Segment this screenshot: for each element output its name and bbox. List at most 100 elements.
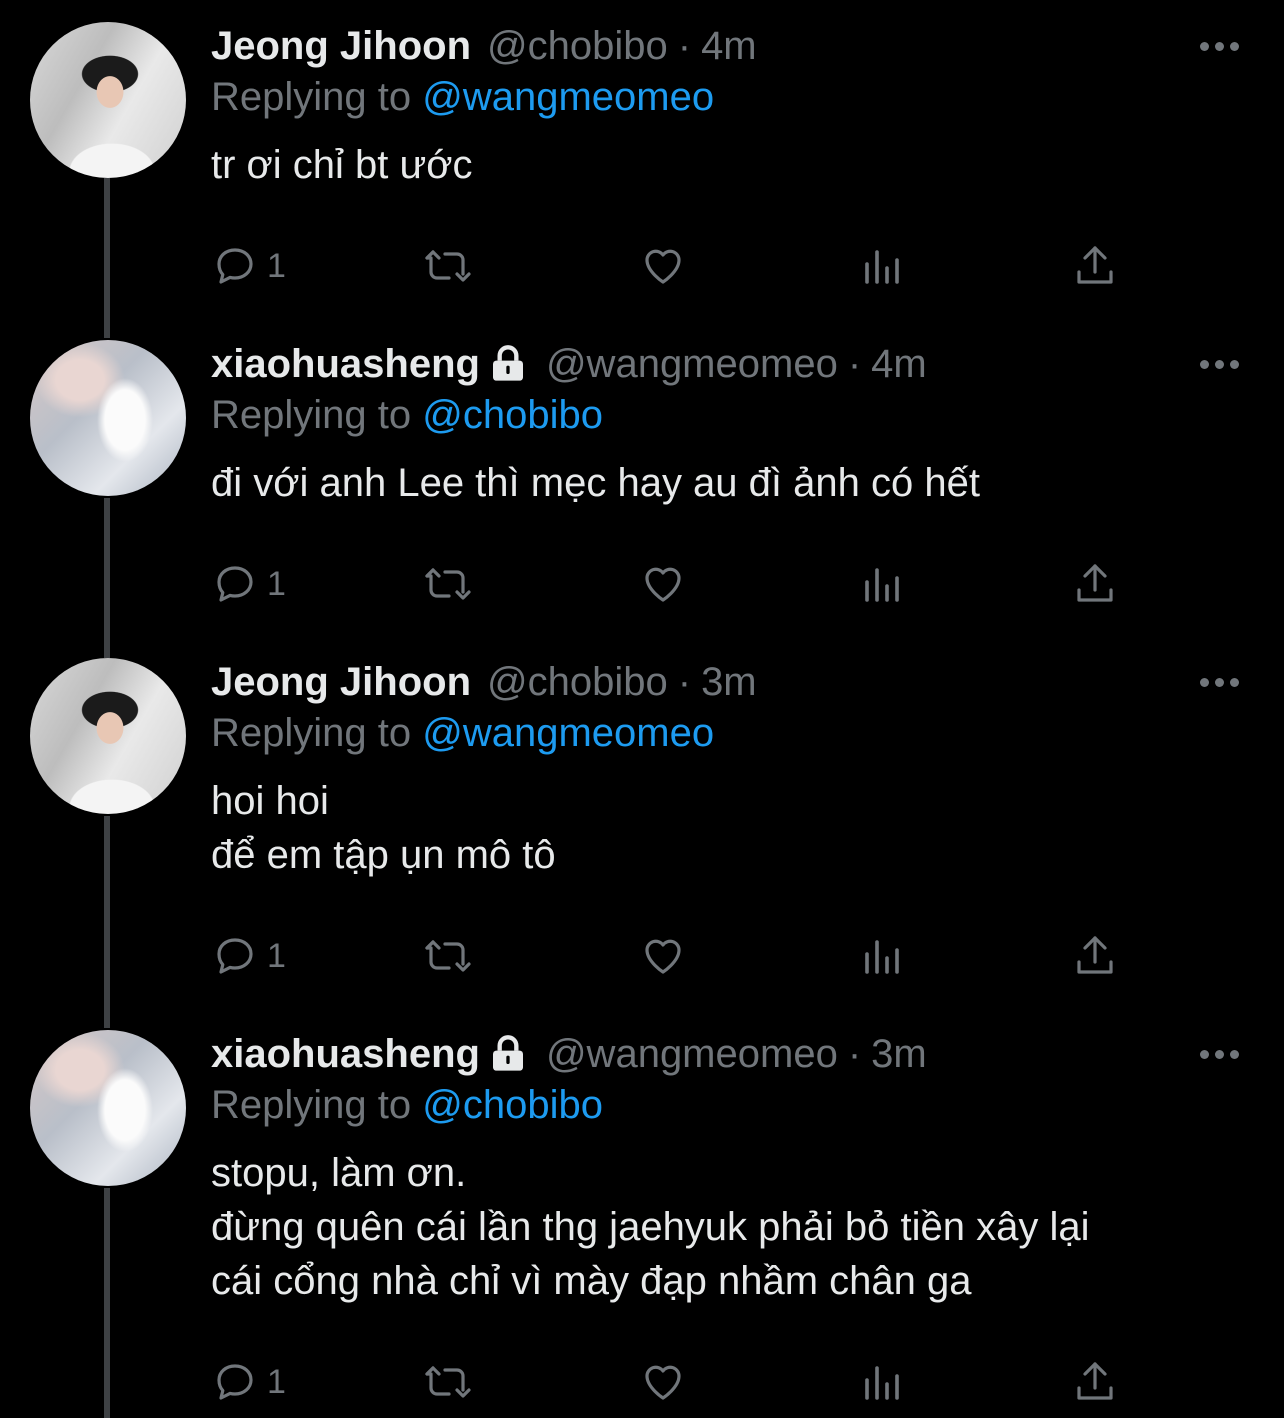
display-name[interactable]: Jeong Jihoon — [211, 22, 471, 70]
replying-prefix: Replying to — [211, 75, 412, 119]
separator: · — [847, 342, 862, 386]
mention-link[interactable]: @chobibo — [422, 393, 603, 437]
tweet-text-line: stopu, làm ơn. — [211, 1151, 467, 1195]
retweet-button[interactable] — [423, 238, 471, 294]
analytics-button[interactable] — [857, 556, 905, 612]
analytics-button[interactable] — [857, 928, 905, 984]
tweet-text-line: để em tập ụn mô tô — [211, 833, 556, 877]
reply-icon — [217, 248, 253, 284]
share-button[interactable] — [1071, 556, 1119, 612]
timestamp[interactable]: 3m — [701, 658, 757, 706]
analytics-button[interactable] — [857, 238, 905, 294]
tweet-actions: 1 — [211, 556, 1131, 612]
reply-count: 1 — [267, 1362, 286, 1401]
tweet-actions: 1 — [211, 238, 1131, 294]
analytics-icon — [865, 940, 899, 974]
mention-link[interactable]: @chobibo — [422, 1083, 603, 1127]
reply-button[interactable]: 1 — [211, 928, 286, 984]
avatar[interactable] — [30, 1030, 186, 1186]
user-handle[interactable]: @wangmeomeo — [546, 1030, 838, 1078]
reply-icon — [217, 566, 253, 602]
tweet-text: hoi hoi để em tập ụn mô tô — [211, 774, 1244, 882]
reply-icon — [217, 938, 253, 974]
replying-to: Replying to @chobibo — [211, 388, 1244, 442]
retweet-icon — [425, 940, 471, 972]
lock-icon — [492, 1035, 523, 1071]
like-icon — [645, 567, 681, 602]
user-handle[interactable]: @chobibo — [487, 22, 668, 70]
tweet-header: Jeong Jihoon @chobibo · 4m — [211, 22, 1244, 70]
share-button[interactable] — [1071, 238, 1119, 294]
reply-icon — [217, 1364, 253, 1400]
thread-line — [104, 178, 110, 338]
retweet-button[interactable] — [423, 1354, 471, 1410]
tweet-header: Jeong Jihoon @chobibo · 3m — [211, 658, 1244, 706]
retweet-button[interactable] — [423, 928, 471, 984]
lock-icon — [492, 345, 523, 381]
reply-count: 1 — [267, 246, 286, 285]
retweet-icon — [425, 568, 471, 600]
more-icon[interactable] — [1200, 42, 1240, 54]
display-name[interactable]: xiaohuasheng — [211, 1030, 480, 1078]
like-icon — [645, 249, 681, 284]
mention-link[interactable]: @wangmeomeo — [422, 75, 714, 119]
reply-button[interactable]: 1 — [211, 556, 286, 612]
share-icon — [1077, 564, 1113, 602]
retweet-icon — [425, 1366, 471, 1398]
replying-to: Replying to @wangmeomeo — [211, 70, 1244, 124]
retweet-button[interactable] — [423, 556, 471, 612]
more-icon[interactable] — [1200, 678, 1240, 690]
tweet-header: xiaohuasheng @wangmeomeo · 4m — [211, 340, 1244, 388]
avatar[interactable] — [30, 340, 186, 496]
reply-count: 1 — [267, 564, 286, 603]
share-button[interactable] — [1071, 1354, 1119, 1410]
display-name[interactable]: Jeong Jihoon — [211, 658, 471, 706]
display-name[interactable]: xiaohuasheng — [211, 340, 480, 388]
tweet-header: xiaohuasheng @wangmeomeo · 3m — [211, 1030, 1244, 1078]
reply-button[interactable]: 1 — [211, 238, 286, 294]
more-icon[interactable] — [1200, 1050, 1240, 1062]
like-icon — [645, 1365, 681, 1400]
share-icon — [1077, 936, 1113, 974]
thread-line — [104, 498, 110, 658]
timestamp[interactable]: 4m — [871, 340, 927, 388]
timestamp[interactable]: 4m — [701, 22, 757, 70]
thread-line — [104, 816, 110, 1028]
share-icon — [1077, 246, 1113, 284]
tweet-text-line: đừng quên cái lần thg jaehyuk phải bỏ ti… — [211, 1205, 1090, 1249]
more-icon[interactable] — [1200, 360, 1240, 372]
share-button[interactable] — [1071, 928, 1119, 984]
tweet-text: đi với anh Lee thì mẹc hay au đì ảnh có … — [211, 456, 1244, 510]
reply-count: 1 — [267, 936, 286, 975]
user-handle[interactable]: @wangmeomeo — [546, 340, 838, 388]
tweet-text-line: cái cổng nhà chỉ vì mày đạp nhầm chân ga — [211, 1259, 972, 1303]
tweet-actions: 1 — [211, 928, 1131, 984]
share-icon — [1077, 1362, 1113, 1400]
tweet-text-line: hoi hoi — [211, 779, 329, 823]
replying-prefix: Replying to — [211, 711, 412, 755]
reply-button[interactable]: 1 — [211, 1354, 286, 1410]
like-icon — [645, 939, 681, 974]
avatar[interactable] — [30, 658, 186, 814]
like-button[interactable] — [639, 556, 687, 612]
tweet-text: stopu, làm ơn. đừng quên cái lần thg jae… — [211, 1146, 1244, 1308]
tweet-actions: 1 — [211, 1354, 1131, 1410]
avatar[interactable] — [30, 22, 186, 178]
like-button[interactable] — [639, 1354, 687, 1410]
analytics-button[interactable] — [857, 1354, 905, 1410]
replying-prefix: Replying to — [211, 1083, 412, 1127]
replying-prefix: Replying to — [211, 393, 412, 437]
like-button[interactable] — [639, 928, 687, 984]
separator: · — [677, 24, 692, 68]
separator: · — [677, 660, 692, 704]
separator: · — [847, 1032, 862, 1076]
timestamp[interactable]: 3m — [871, 1030, 927, 1078]
analytics-icon — [865, 250, 899, 284]
analytics-icon — [865, 1366, 899, 1400]
tweet-text-line: đi với anh Lee thì mẹc hay au đì ảnh có … — [211, 461, 980, 505]
retweet-icon — [425, 250, 471, 282]
like-button[interactable] — [639, 238, 687, 294]
tweet-text-line: tr ơi chỉ bt ước — [211, 143, 473, 187]
mention-link[interactable]: @wangmeomeo — [422, 711, 714, 755]
user-handle[interactable]: @chobibo — [487, 658, 668, 706]
